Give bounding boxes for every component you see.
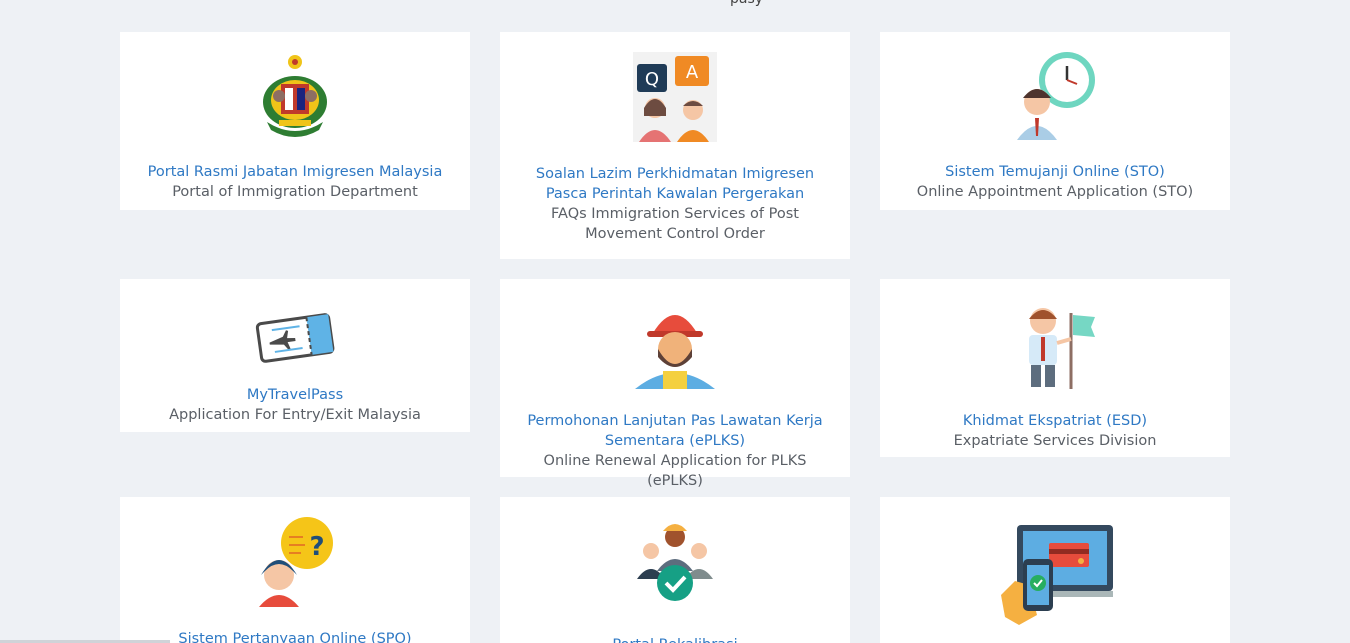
card-subtitle: Portal of Immigration Department xyxy=(172,184,418,200)
svg-text:?: ? xyxy=(309,532,324,562)
service-card-faq[interactable]: Q A Soalan Lazim Perkhidmatan Imigresen … xyxy=(500,32,850,259)
card-title[interactable]: Portal Rasmi Jabatan Imigresen Malaysia xyxy=(144,162,446,182)
card-title[interactable]: Permohonan Lanjutan Pas Lawatan Kerja Se… xyxy=(524,411,826,451)
card-subtitle: Online Renewal Application for PLKS (ePL… xyxy=(543,453,807,489)
service-card-rekalibrasi[interactable]: Portal Rekalibrasi xyxy=(500,497,850,643)
card-subtitle: Online Appointment Application (STO) xyxy=(916,184,1194,200)
qa-faq-icon: Q A xyxy=(633,52,717,142)
card-title[interactable]: Sistem Pertanyaan Online (SPO) xyxy=(144,629,446,643)
card-subtitle: Expatriate Services Division xyxy=(953,433,1157,449)
service-card-eplks[interactable]: Permohonan Lanjutan Pas Lawatan Kerja Se… xyxy=(500,279,850,489)
immigration-crest-icon xyxy=(253,50,337,140)
card-title[interactable]: Sistem Temujanji Online (STO) xyxy=(904,162,1206,182)
expatriate-flag-icon xyxy=(1013,299,1097,389)
service-card-payment[interactable] xyxy=(880,497,1230,643)
service-card-mytravelpass[interactable]: MyTravelPass Application For Entry/Exit … xyxy=(120,279,470,432)
question-person-icon: ? xyxy=(253,517,337,607)
card-title[interactable]: Soalan Lazim Perkhidmatan Imigresen Pasc… xyxy=(524,164,826,204)
svg-text:A: A xyxy=(686,62,699,83)
page: pasy Portal Rasmi Jabatan Imigresen Mala… xyxy=(0,0,1350,643)
online-payment-icon xyxy=(995,525,1115,635)
card-subtitle: FAQs Immigration Services of Post Moveme… xyxy=(551,206,799,242)
service-card-esd[interactable]: Khidmat Ekspatriat (ESD) Expatriate Serv… xyxy=(880,279,1230,457)
service-card-portal-imigresen[interactable]: Portal Rasmi Jabatan Imigresen Malaysia … xyxy=(120,32,470,210)
service-card-spo[interactable]: ? Sistem Pertanyaan Online (SPO) xyxy=(120,497,470,643)
card-title[interactable]: Portal Rekalibrasi xyxy=(524,635,826,643)
card-title[interactable]: Khidmat Ekspatriat (ESD) xyxy=(904,411,1206,431)
svg-text:Q: Q xyxy=(645,69,659,90)
verified-workers-icon xyxy=(633,517,717,607)
section-heading-cut: pasy xyxy=(730,0,763,7)
card-title[interactable]: MyTravelPass xyxy=(144,385,446,405)
worker-helmet-icon xyxy=(633,299,717,389)
card-subtitle: Application For Entry/Exit Malaysia xyxy=(169,407,421,423)
travel-ticket-icon xyxy=(253,297,337,367)
appointment-clock-icon xyxy=(1013,50,1097,140)
service-card-sto[interactable]: Sistem Temujanji Online (STO) Online App… xyxy=(880,32,1230,210)
